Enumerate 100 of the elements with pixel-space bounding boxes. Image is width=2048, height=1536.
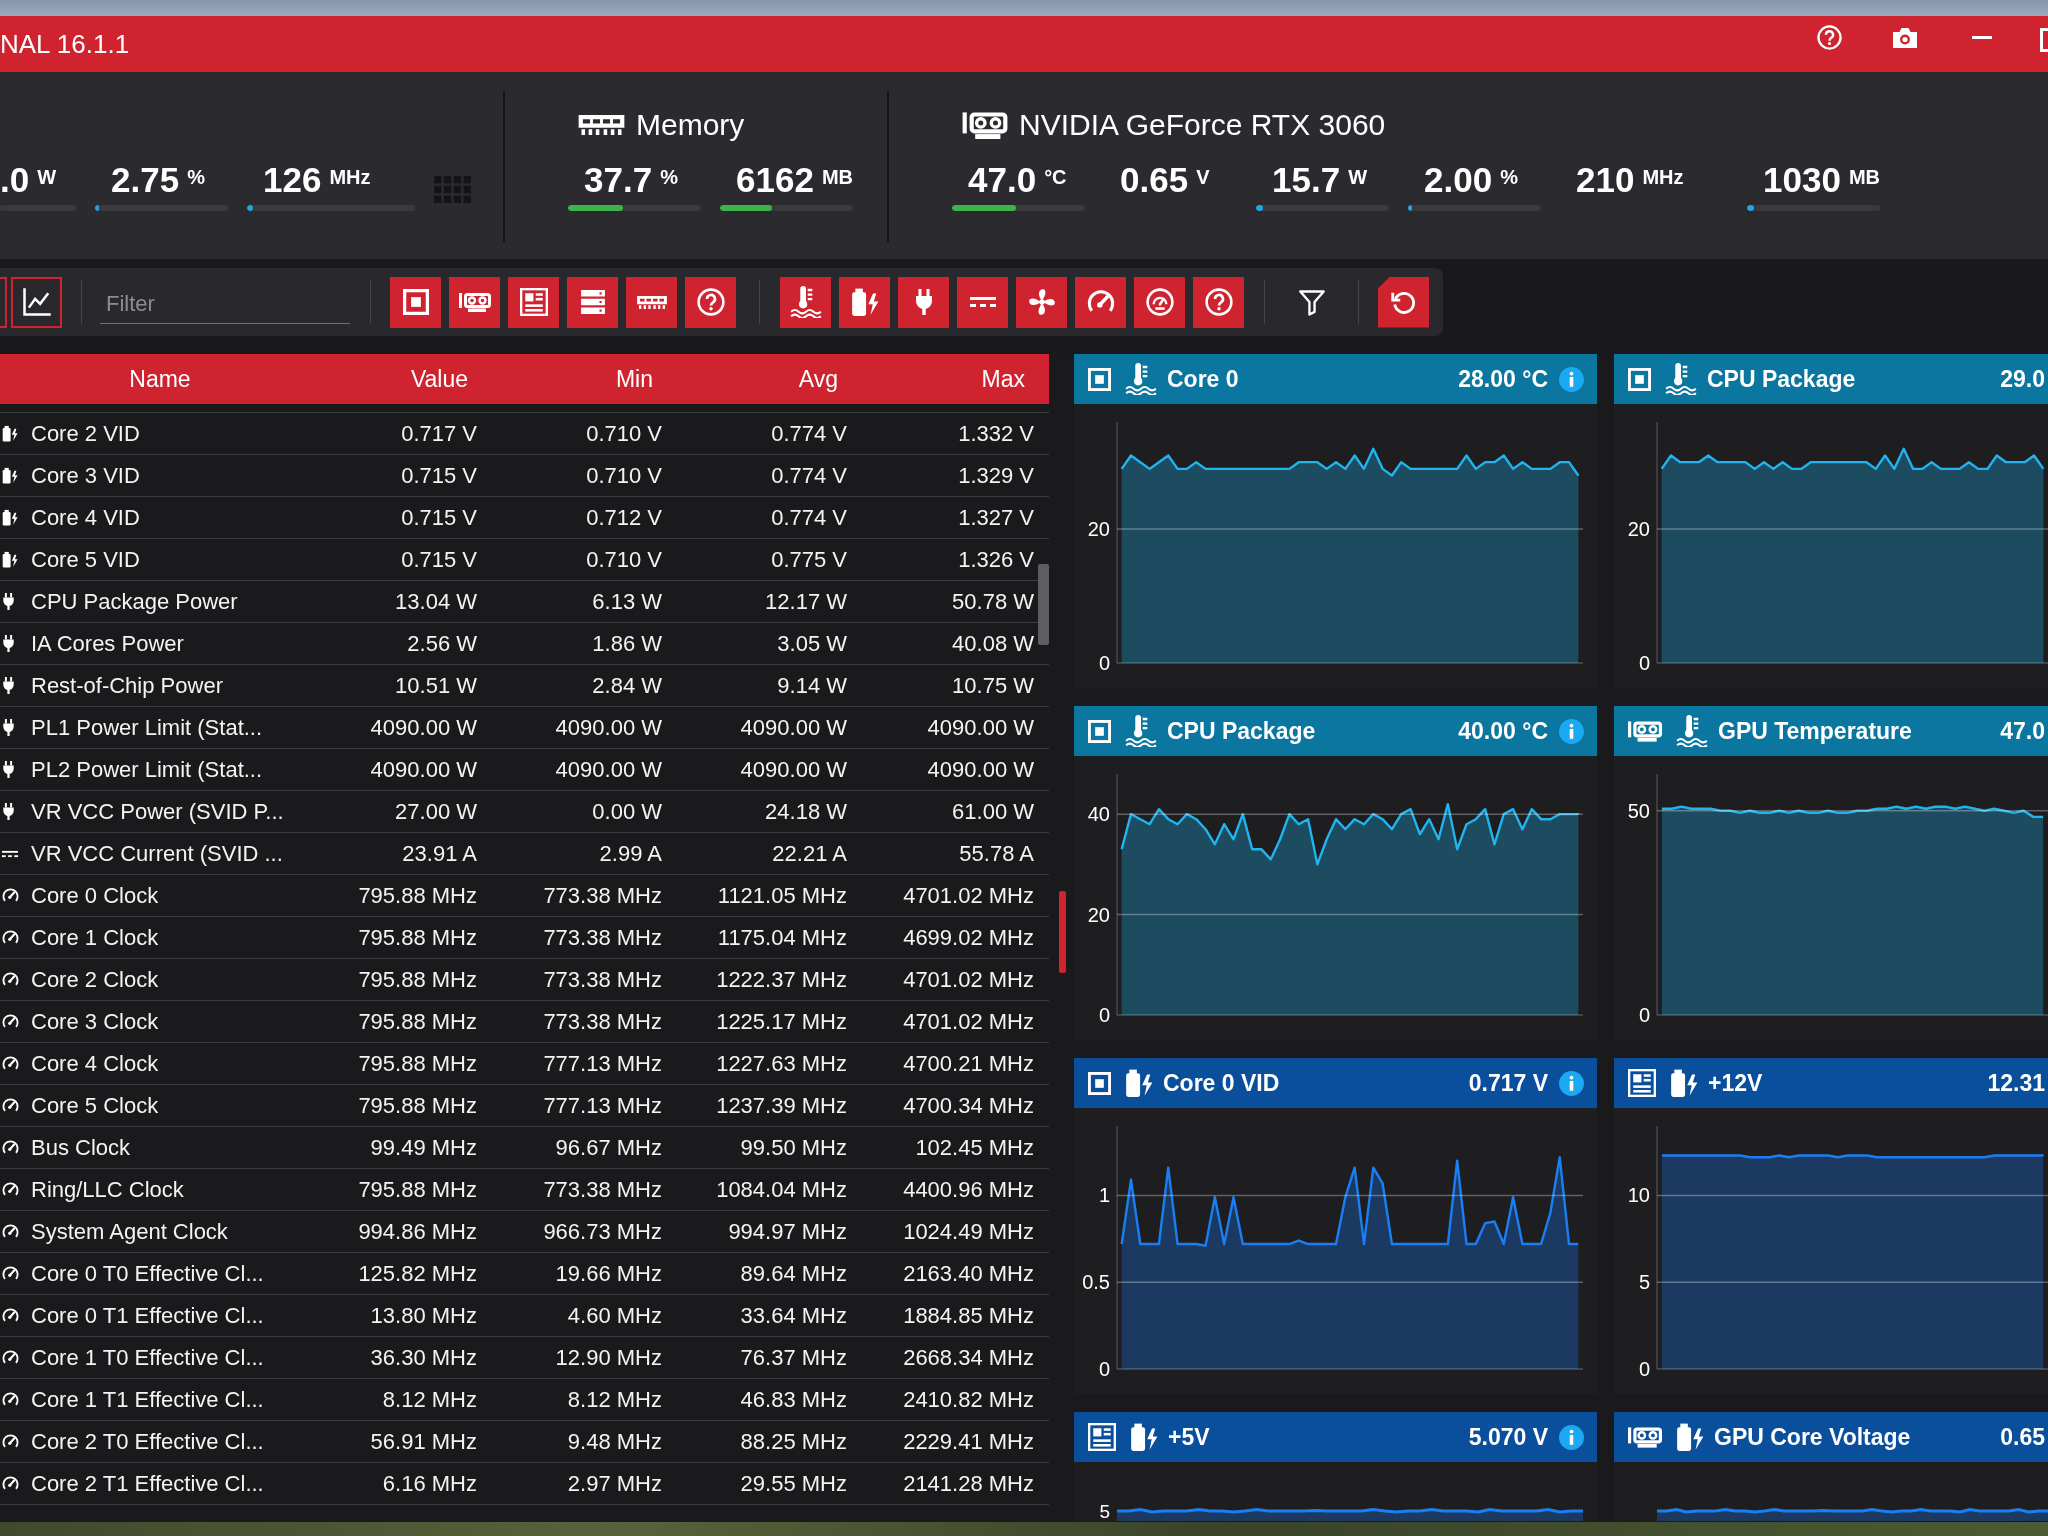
gauge-icon xyxy=(2,1181,19,1198)
column-header[interactable]: Max xyxy=(850,365,1037,393)
avg-value: 89.64 MHz xyxy=(739,1260,848,1287)
sensor-name: Core 4 Clock xyxy=(30,1050,160,1077)
sensor-filter-button[interactable] xyxy=(1134,276,1185,328)
reading-value: 2.75 xyxy=(111,160,180,200)
axis-tick-label: 20 xyxy=(1087,903,1110,926)
avg-value: 4090.00 W xyxy=(739,714,848,741)
min-value: 2.99 A xyxy=(598,840,663,867)
axis-tick-label: 20 xyxy=(1087,518,1110,541)
avg-value: 76.37 MHz xyxy=(739,1344,848,1371)
min-value: 0.710 V xyxy=(585,546,663,573)
graphics-card-icon xyxy=(1628,720,1662,742)
gauge-icon xyxy=(2,1139,19,1156)
info-icon[interactable] xyxy=(1559,1424,1584,1450)
reset-button[interactable] xyxy=(1378,276,1429,328)
window-title: NAL 16.1.1 xyxy=(0,28,130,60)
scrollbar-thumb[interactable] xyxy=(1038,564,1049,645)
sensor-filter-button[interactable] xyxy=(1075,276,1126,328)
reading-unit: MB xyxy=(1848,165,1880,189)
battery-bolt-icon xyxy=(2,509,18,526)
plug-icon xyxy=(2,719,15,736)
device-filter-button[interactable] xyxy=(508,276,559,328)
maximize-icon[interactable] xyxy=(2040,28,2048,52)
help-icon[interactable] xyxy=(1817,25,1842,50)
column-header[interactable]: Name xyxy=(0,365,320,393)
info-icon[interactable] xyxy=(1559,366,1584,392)
battery-bolt-icon xyxy=(850,287,879,317)
min-value: 19.66 MHz xyxy=(554,1260,663,1287)
min-value: 96.67 MHz xyxy=(554,1134,663,1161)
sensor-name: Core 0 T0 Effective Cl... xyxy=(30,1260,265,1287)
sensor-filter-button[interactable] xyxy=(839,276,890,328)
axis-tick-label: 0.5 xyxy=(1082,1271,1110,1294)
column-header[interactable]: Avg xyxy=(665,365,850,393)
gauge-icon xyxy=(2,887,19,904)
dc-symbol-icon xyxy=(2,849,18,858)
column-header[interactable]: Value xyxy=(320,365,480,393)
min-value: 777.13 MHz xyxy=(542,1092,663,1119)
device-filter-button[interactable] xyxy=(567,276,618,328)
splitter-handle[interactable] xyxy=(1059,891,1066,973)
sensor-value: 2.56 W xyxy=(406,630,478,657)
sensor-filter-button[interactable] xyxy=(1193,276,1244,328)
chart-view-button[interactable] xyxy=(11,276,62,328)
max-value: 1.326 V xyxy=(957,546,1035,573)
reading-unit: MHz xyxy=(1642,165,1684,189)
reading-unit: MB xyxy=(821,165,853,189)
device-filter-button[interactable] xyxy=(685,276,736,328)
min-value: 773.38 MHz xyxy=(542,966,663,993)
column-header[interactable]: Min xyxy=(480,365,665,393)
sensor-reading: 0.717 V xyxy=(1468,1069,1548,1097)
min-value: 773.38 MHz xyxy=(542,924,663,951)
thermometer-waves-icon xyxy=(1676,715,1708,747)
sensor-name: Core 0 Clock xyxy=(30,882,160,909)
thermometer-waves-icon xyxy=(1665,363,1697,395)
plug-icon xyxy=(2,803,15,820)
avg-value: 0.775 V xyxy=(770,546,848,573)
reading-value: 37.7 xyxy=(584,160,653,200)
reading-unit: MHz xyxy=(329,165,371,189)
help-icon xyxy=(696,288,725,316)
min-value: 773.38 MHz xyxy=(542,1176,663,1203)
min-value: 4090.00 W xyxy=(554,756,663,783)
chip-icon xyxy=(402,289,429,315)
avg-value: 3.05 W xyxy=(776,630,848,657)
max-value: 2229.41 MHz xyxy=(902,1428,1035,1455)
info-icon[interactable] xyxy=(1559,1070,1584,1096)
avg-value: 99.50 MHz xyxy=(739,1134,848,1161)
max-value: 1.332 V xyxy=(957,420,1035,447)
sensor-filter-button[interactable] xyxy=(780,276,831,328)
sensor-filter-button[interactable] xyxy=(898,276,949,328)
gauge-icon xyxy=(2,1391,19,1408)
sensor-value: 56.91 MHz xyxy=(369,1428,478,1455)
graphics-card-icon xyxy=(1628,1426,1662,1448)
device-filter-button[interactable] xyxy=(626,276,677,328)
sensor-name: Core 0 VID xyxy=(1163,1069,1280,1097)
min-value: 9.48 MHz xyxy=(566,1428,663,1455)
axis-tick-label: 20 xyxy=(1627,518,1650,541)
device-filter-button[interactable] xyxy=(449,276,500,328)
filter-field[interactable]: Filter xyxy=(100,284,350,324)
sensor-reading: 28.00 °C xyxy=(1458,365,1548,393)
max-value: 40.08 W xyxy=(951,630,1035,657)
gauge-icon xyxy=(2,1097,19,1114)
gauge-icon xyxy=(2,1223,19,1240)
avg-value: 33.64 MHz xyxy=(739,1302,848,1329)
sensor-value: 994.86 MHz xyxy=(357,1218,478,1245)
sensor-filter-button[interactable] xyxy=(957,276,1008,328)
sensor-reading: 0.65 xyxy=(2000,1423,2045,1451)
max-value: 4090.00 W xyxy=(926,756,1035,783)
gauge-icon xyxy=(2,1055,19,1072)
gauge-icon xyxy=(2,1475,19,1492)
axis-tick-label: 5 xyxy=(1638,1271,1650,1294)
min-value: 4090.00 W xyxy=(554,714,663,741)
axis-tick-label: 0 xyxy=(1638,1004,1650,1026)
avg-value: 1121.05 MHz xyxy=(716,882,848,909)
sensor-name: Rest-of-Chip Power xyxy=(30,672,224,699)
device-filter-button[interactable] xyxy=(390,276,441,328)
sensor-name: Core 1 Clock xyxy=(30,924,160,951)
info-icon[interactable] xyxy=(1559,718,1584,744)
sensor-value: 795.88 MHz xyxy=(357,966,478,993)
sensor-filter-button[interactable] xyxy=(1016,276,1067,328)
camera-icon[interactable] xyxy=(1892,27,1918,49)
